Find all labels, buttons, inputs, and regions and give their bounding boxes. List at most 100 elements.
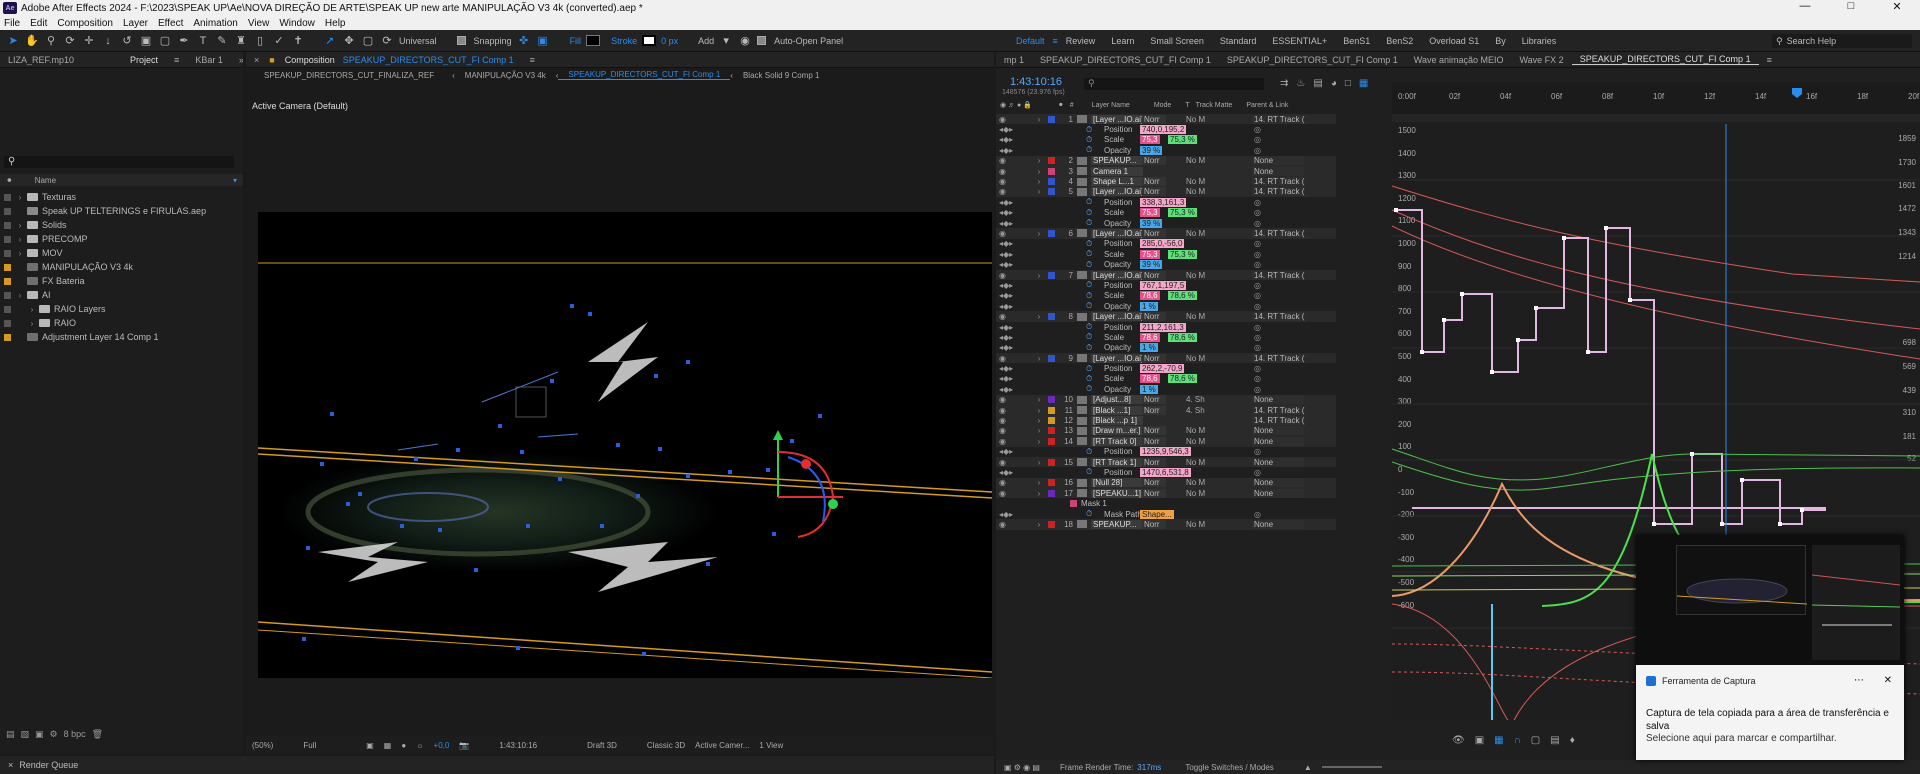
comp-flowchart-icon[interactable]: ⇉ <box>1280 78 1288 89</box>
track-matte-dropdown[interactable]: No M <box>1186 354 1205 363</box>
blend-mode-dropdown[interactable]: Norr <box>1142 478 1166 488</box>
expand-arrow-icon[interactable]: › <box>1034 177 1044 186</box>
property-row[interactable]: ◂◆▸ ⏱ Scale 78,6 78,6 % ◎ <box>996 374 1336 384</box>
expand-arrow-icon[interactable]: › <box>15 193 25 202</box>
property-value-2[interactable]: 75,3 % <box>1168 249 1197 259</box>
color-icon[interactable]: ● <box>401 741 406 750</box>
expand-arrow-icon[interactable]: › <box>1034 458 1044 467</box>
workspace-overload-s1[interactable]: Overload S1 <box>1421 36 1487 46</box>
close-icon[interactable]: ✕ <box>1884 675 1892 686</box>
track-matte-dropdown[interactable]: 4. Sh <box>1186 395 1205 404</box>
work-area-bar[interactable] <box>1392 114 1920 122</box>
blend-mode-dropdown[interactable]: Norr <box>1142 270 1166 280</box>
label-column-icon[interactable]: ⚫ <box>6 176 13 185</box>
track-matte-dropdown[interactable]: No M <box>1186 115 1205 124</box>
track-matte-dropdown[interactable]: No M <box>1186 437 1205 446</box>
property-value[interactable]: 1 % <box>1140 301 1158 311</box>
stopwatch-icon[interactable]: ⏱ <box>1086 343 1092 353</box>
track-matte-dropdown[interactable]: No M <box>1186 520 1205 529</box>
pick-whip-icon[interactable]: ◎ <box>1254 333 1261 342</box>
exposure-icon[interactable]: ☼ <box>416 741 423 750</box>
label-swatch[interactable] <box>4 333 11 341</box>
layer-label-swatch[interactable] <box>1048 406 1055 414</box>
parent-dropdown[interactable]: 14. RT Track ( <box>1252 270 1304 280</box>
property-value-2[interactable]: 78,6 % <box>1168 291 1197 301</box>
keyframe-navigator-icon[interactable]: ◂◆▸ <box>996 291 1026 300</box>
expand-arrow-icon[interactable]: › <box>1034 520 1044 529</box>
tab-kbar[interactable]: KBar 1 <box>187 55 231 65</box>
label-swatch[interactable] <box>4 319 11 327</box>
parent-dropdown[interactable]: 14. RT Track ( <box>1252 187 1304 197</box>
property-row[interactable]: ◂◆▸ ⏱ Position 211,2,161,3 ◎ <box>996 322 1336 332</box>
search-help-box[interactable]: ⚲ Search Help <box>1772 34 1912 48</box>
pick-whip-icon[interactable]: ◎ <box>1254 146 1261 155</box>
menu-view[interactable]: View <box>248 18 270 29</box>
layer-row[interactable]: ◉ › 16 [Null 28] Norr No M None <box>996 477 1336 489</box>
track-matte-dropdown[interactable]: No M <box>1186 271 1205 280</box>
hand-tool-icon[interactable]: ✋ <box>25 34 39 48</box>
graph-options-icon[interactable]: ▣ <box>1475 735 1484 746</box>
blend-mode-dropdown[interactable]: Norr <box>1142 488 1166 498</box>
property-row[interactable]: ◂◆▸ ⏱ Position 262,2,-70,9 ◎ <box>996 363 1336 374</box>
snap-grid-icon[interactable]: ▣ <box>536 34 550 48</box>
parent-dropdown[interactable]: 14. RT Track ( <box>1252 228 1304 238</box>
property-value[interactable]: 78,6 <box>1140 332 1160 342</box>
zoom-slider[interactable] <box>1321 766 1382 768</box>
label-swatch[interactable] <box>4 221 11 229</box>
pick-whip-icon[interactable]: ◎ <box>1254 374 1261 383</box>
snap-icon[interactable]: ∩ <box>1514 735 1521 746</box>
crumb-2[interactable]: MANIPULAÇÃO V3 4k <box>455 71 556 80</box>
layer-label-swatch[interactable] <box>1048 437 1055 445</box>
project-item[interactable]: › AI <box>0 288 243 302</box>
property-row[interactable]: ◂◆▸ ⏱ Opacity 1 % ◎ <box>996 301 1336 311</box>
keyframe-navigator-icon[interactable]: ◂◆▸ <box>996 135 1026 144</box>
snapshot-icon[interactable]: 📷 <box>459 741 469 750</box>
scale-axis-icon[interactable]: ▢ <box>361 34 375 48</box>
parent-dropdown[interactable]: None <box>1252 488 1304 498</box>
expand-arrow-icon[interactable]: › <box>1034 354 1044 363</box>
stopwatch-icon[interactable]: ⏱ <box>1086 280 1092 290</box>
layer-row[interactable]: ◉ › 4 Shape L...1 Norr No M 14. RT Track ( <box>996 176 1336 187</box>
stopwatch-icon[interactable]: ⏱ <box>1086 447 1092 457</box>
expand-arrow-icon[interactable]: › <box>1034 229 1044 238</box>
keyframe-navigator-icon[interactable]: ◂◆▸ <box>996 302 1026 311</box>
blend-mode-dropdown[interactable]: Norr <box>1142 228 1166 238</box>
layer-name[interactable]: [Layer ...IO.ai] <box>1091 312 1143 322</box>
blend-mode-dropdown[interactable]: Norr <box>1142 187 1166 197</box>
layer-name[interactable]: [Layer ...IO.ai] <box>1091 353 1143 363</box>
parent-dropdown[interactable]: None <box>1252 426 1304 436</box>
selection-tool-icon[interactable]: ➤ <box>6 34 20 48</box>
stopwatch-icon[interactable]: ⏱ <box>1086 218 1092 228</box>
project-item[interactable]: Adjustment Layer 14 Comp 1 <box>0 330 243 344</box>
current-timecode[interactable]: 1:43:10:16 <box>1010 76 1062 88</box>
parent-dropdown[interactable]: 14. RT Track ( <box>1252 177 1304 187</box>
visibility-icon[interactable]: ◉ <box>996 167 1034 176</box>
tab-project[interactable]: Project <box>122 55 166 65</box>
timeline-tab-4[interactable]: Wave animação MEIO <box>1406 55 1512 65</box>
panel-menu-icon[interactable]: ≡ <box>1759 55 1780 65</box>
blend-mode-dropdown[interactable]: Norr <box>1142 436 1166 446</box>
visibility-icon[interactable]: ◉ <box>996 187 1034 196</box>
graph-editor-icon[interactable]: □ <box>1345 78 1351 89</box>
blend-mode-dropdown[interactable]: Norr <box>1142 457 1166 467</box>
keyframe-navigator-icon[interactable]: ◂◆▸ <box>996 468 1026 477</box>
exposure-value[interactable]: +0,0 <box>434 741 450 750</box>
visibility-icon[interactable]: ◉ <box>996 406 1034 415</box>
timeline-tab-2[interactable]: SPEAKUP_DIRECTORS_CUT_FI Comp 1 <box>1032 55 1219 65</box>
property-row[interactable]: ◂◆▸ ⏱ Scale 78,6 78,6 % ◎ <box>996 291 1336 301</box>
composition-name[interactable]: SPEAKUP_DIRECTORS_CUT_FI Comp 1 <box>343 55 522 65</box>
pick-whip-icon[interactable]: ◎ <box>1254 219 1261 228</box>
playhead-handle[interactable] <box>1792 88 1802 98</box>
stopwatch-icon[interactable]: ⏱ <box>1086 384 1092 394</box>
layer-label-swatch[interactable] <box>1048 417 1055 425</box>
visibility-icon[interactable]: ◉ <box>996 395 1034 404</box>
keyframe-navigator-icon[interactable]: ◂◆▸ <box>996 239 1026 248</box>
expand-arrow-icon[interactable]: › <box>27 319 37 328</box>
property-value[interactable]: 767,1,197,5 <box>1140 280 1187 290</box>
stopwatch-icon[interactable]: ⏱ <box>1086 467 1092 477</box>
expand-arrow-icon[interactable]: › <box>1034 187 1044 196</box>
layer-name[interactable]: [Layer ...IO.ai] <box>1091 114 1143 124</box>
layer-label-swatch[interactable] <box>1048 427 1055 435</box>
stopwatch-icon[interactable]: ⏱ <box>1086 374 1092 384</box>
layer-row[interactable]: ◉ › 14 [RT Track 0] Norr No M None <box>996 436 1336 447</box>
